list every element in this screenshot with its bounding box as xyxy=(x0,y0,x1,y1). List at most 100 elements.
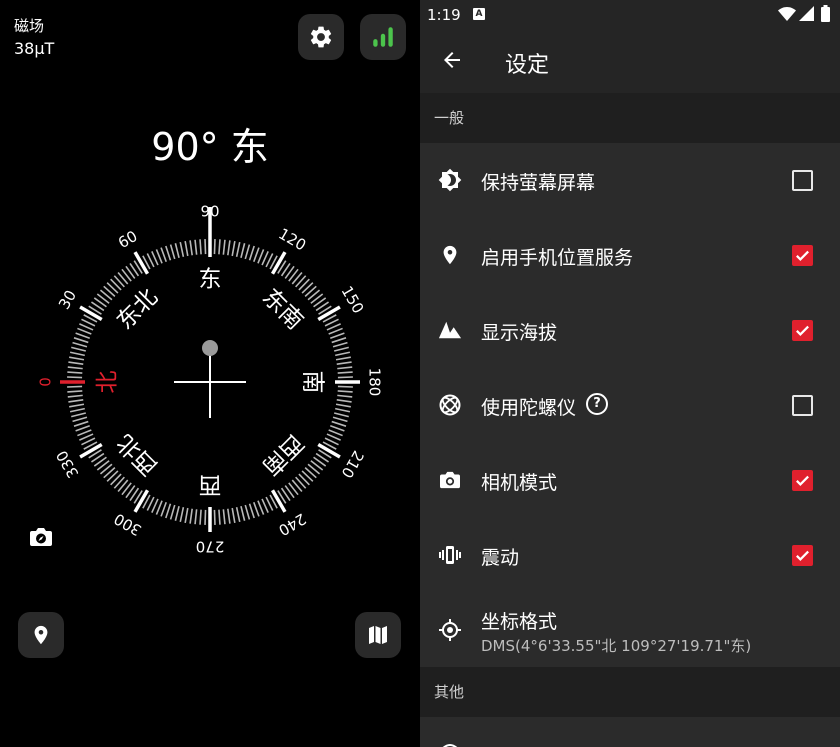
setting-vibration[interactable]: 震动 xyxy=(420,518,840,593)
setting-location-service[interactable]: 启用手机位置服务 xyxy=(420,218,840,293)
settings-screen: 1:19 A 设定 一般 保持萤幕屏幕 启用手机位置服务 显示海拔 使用陀螺仪 … xyxy=(420,0,840,747)
minor-tick xyxy=(165,245,172,261)
minor-tick xyxy=(68,399,84,403)
minor-tick xyxy=(248,503,255,519)
setting-coordinate-format[interactable]: 坐标格式 DMS(4°6'33.55"北 109°27'19.71"东) xyxy=(420,593,840,667)
minor-tick xyxy=(67,390,83,393)
location-pin-icon xyxy=(438,243,462,267)
minor-tick xyxy=(179,507,185,523)
degree-label: 30 xyxy=(55,287,80,313)
camera-compass-icon xyxy=(30,528,52,546)
direction-label: 南 xyxy=(300,371,326,394)
setting-gyroscope[interactable]: 使用陀螺仪 ? xyxy=(420,368,840,443)
help-icon[interactable]: ? xyxy=(586,393,608,415)
minor-tick xyxy=(218,239,221,255)
minor-tick xyxy=(67,385,83,388)
degree-label: 150 xyxy=(338,283,368,317)
signal-bars-icon xyxy=(373,27,393,47)
map-button[interactable] xyxy=(355,612,401,658)
minor-tick xyxy=(331,420,347,427)
degree-label: 180 xyxy=(366,368,384,397)
location-service-checkbox[interactable] xyxy=(792,245,813,266)
keep-screen-on-checkbox[interactable] xyxy=(792,170,813,191)
app-bar: 设定 xyxy=(420,28,840,93)
minor-tick xyxy=(222,509,226,525)
setting-camera-mode[interactable]: 相机模式 xyxy=(420,443,840,518)
minor-tick xyxy=(72,416,88,423)
minor-tick xyxy=(334,412,349,418)
minor-tick xyxy=(213,509,216,525)
level-bubble xyxy=(202,340,218,356)
section-other-label: 其他 xyxy=(434,683,465,701)
minor-tick xyxy=(169,504,176,520)
minor-tick xyxy=(227,240,231,256)
minor-tick xyxy=(160,247,167,262)
minor-tick xyxy=(248,245,255,261)
compass-screen: 磁场 38μT 90° 东 0 30 60 90 120 150 180 210 240 270 3… xyxy=(0,0,420,747)
direction-label: 西北 xyxy=(112,429,163,480)
minor-tick xyxy=(67,394,83,398)
minor-tick xyxy=(174,243,180,258)
settings-button[interactable] xyxy=(298,14,344,60)
checkmark-icon xyxy=(796,325,809,336)
location-button[interactable] xyxy=(18,612,64,658)
setting-label: 相机模式 xyxy=(481,472,558,494)
show-altitude-checkbox[interactable] xyxy=(792,320,813,341)
wifi-icon xyxy=(778,7,796,21)
signal-button[interactable] xyxy=(360,14,406,60)
minor-tick xyxy=(330,332,345,339)
direction-label: 西南 xyxy=(257,429,308,480)
minor-tick xyxy=(336,361,352,365)
setting-label: 显示海拔 xyxy=(481,322,558,344)
setting-show-altitude[interactable]: 显示海拔 xyxy=(420,293,840,368)
setting-keep-screen-on[interactable]: 保持萤幕屏幕 xyxy=(420,143,840,218)
camera-mode-button[interactable] xyxy=(29,526,53,552)
minor-tick xyxy=(257,249,265,264)
checkmark-icon xyxy=(796,550,809,561)
minor-tick xyxy=(69,356,85,361)
minor-tick xyxy=(67,366,83,370)
minor-tick xyxy=(69,407,85,413)
setting-label: 使用陀螺仪 xyxy=(481,397,577,419)
compass-dial[interactable]: 0 30 60 90 120 150 180 210 240 270 300 330 北 东北 东东南南西南… xyxy=(0,180,420,580)
minor-tick xyxy=(71,412,86,418)
battery-icon xyxy=(821,5,830,22)
degree-label: 210 xyxy=(338,447,368,481)
minor-tick xyxy=(165,503,172,519)
direction-label: 东 xyxy=(199,267,222,293)
minor-tick xyxy=(174,506,180,521)
gyroscope-checkbox[interactable] xyxy=(792,395,813,416)
minor-tick xyxy=(69,351,85,357)
minor-tick xyxy=(73,420,89,427)
minor-tick xyxy=(184,507,189,523)
degree-label: 240 xyxy=(275,510,309,540)
coordinate-value: DMS(4°6'33.55"北 109°27'19.71"东) xyxy=(481,637,752,655)
location-pin-icon xyxy=(34,625,48,645)
direction-label: 北 xyxy=(95,371,121,394)
notification-badge: A xyxy=(473,8,485,20)
minor-tick xyxy=(334,346,349,352)
camera-mode-checkbox[interactable] xyxy=(792,470,813,491)
minor-tick xyxy=(227,508,231,524)
minor-tick xyxy=(73,337,89,344)
section-general-label: 一般 xyxy=(434,109,465,127)
minor-tick xyxy=(240,506,246,521)
minor-tick xyxy=(160,502,167,517)
vibration-checkbox[interactable] xyxy=(792,545,813,566)
minor-tick xyxy=(77,327,92,335)
back-arrow-icon xyxy=(444,52,460,68)
section-header-other: 其他 xyxy=(420,667,840,717)
back-button[interactable] xyxy=(440,48,464,76)
minor-tick xyxy=(231,507,236,523)
gyroscope-icon xyxy=(438,393,462,417)
minor-tick xyxy=(184,241,189,257)
magnetic-field-value: 38μT xyxy=(14,39,55,58)
minor-tick xyxy=(67,371,83,374)
partial-row[interactable] xyxy=(420,717,840,747)
status-time: 1:19 xyxy=(427,6,461,24)
minor-tick xyxy=(204,509,207,525)
minor-tick xyxy=(75,425,90,432)
setting-label: 启用手机位置服务 xyxy=(481,247,634,269)
minor-tick xyxy=(253,247,260,262)
minor-tick xyxy=(68,361,84,365)
